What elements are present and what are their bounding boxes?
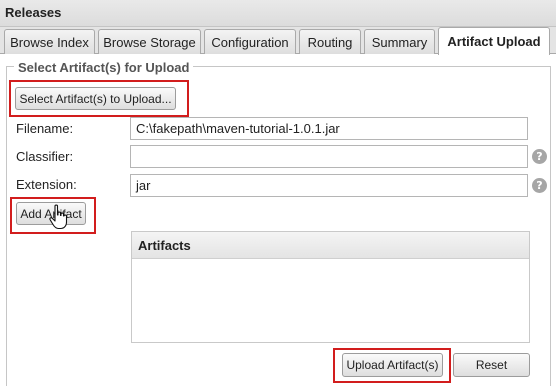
tab-summary[interactable]: Summary — [364, 29, 435, 54]
extension-help-icon[interactable]: ? — [532, 178, 547, 193]
upload-artifacts-button[interactable]: Upload Artifact(s) — [342, 353, 443, 377]
section-title: Select Artifact(s) for Upload — [14, 60, 194, 75]
extension-label: Extension: — [16, 177, 77, 192]
artifacts-grid-header: Artifacts — [132, 232, 529, 259]
tab-routing[interactable]: Routing — [299, 29, 361, 54]
tab-browse-index[interactable]: Browse Index — [4, 29, 95, 54]
tab-strip: Browse Index Browse Storage Configuratio… — [0, 27, 556, 55]
reset-button[interactable]: Reset — [453, 353, 530, 377]
extension-field[interactable]: jar — [130, 174, 528, 197]
filename-label: Filename: — [16, 121, 74, 136]
tab-configuration[interactable]: Configuration — [204, 29, 296, 54]
tab-browse-storage[interactable]: Browse Storage — [98, 29, 201, 54]
hand-pointer-cursor — [49, 204, 68, 230]
classifier-label: Classifier: — [16, 149, 74, 164]
window-title: Releases — [0, 0, 556, 27]
artifacts-grid[interactable]: Artifacts — [131, 231, 530, 343]
tab-artifact-upload[interactable]: Artifact Upload — [438, 27, 550, 55]
select-artifacts-button[interactable]: Select Artifact(s) to Upload... — [15, 87, 176, 110]
classifier-field[interactable] — [130, 145, 528, 168]
filename-field[interactable]: C:\fakepath\maven-tutorial-1.0.1.jar — [130, 117, 528, 140]
classifier-help-icon[interactable]: ? — [532, 149, 547, 164]
